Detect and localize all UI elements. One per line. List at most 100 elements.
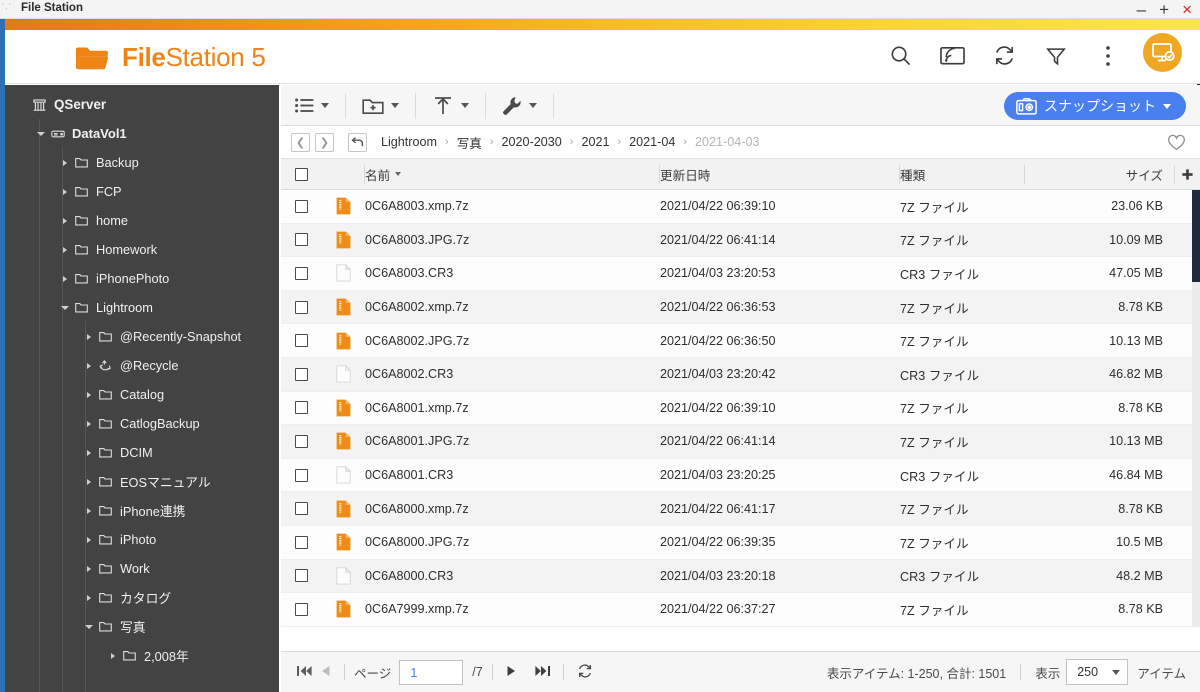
tree-item-eos[interactable]: EOSマニュアル	[5, 467, 279, 496]
row-checkbox[interactable]	[294, 468, 308, 482]
table-row[interactable]: 0C6A8001.xmp.7z 2021/04/22 06:39:10 7Z ファイ…	[281, 391, 1200, 426]
row-checkbox[interactable]	[294, 367, 308, 381]
breadcrumb-item[interactable]: 2021-04-03	[695, 135, 759, 149]
minimize-button[interactable]: –	[1137, 1, 1146, 18]
refresh-icon[interactable]	[573, 663, 597, 682]
twisty-collapsed-icon[interactable]	[83, 447, 95, 459]
last-page-icon[interactable]	[531, 665, 554, 680]
table-row[interactable]: 0C6A8003.xmp.7z 2021/04/22 06:39:10 7Z ファイ…	[281, 190, 1200, 224]
page-input[interactable]: 1	[399, 659, 464, 685]
twisty-collapsed-icon[interactable]	[83, 563, 95, 575]
maximize-button[interactable]: +	[1159, 1, 1169, 18]
row-checkbox[interactable]	[294, 300, 308, 314]
tree-item-home[interactable]: home	[5, 206, 279, 235]
tree-item-iphone[interactable]: iPhone連携	[5, 496, 279, 525]
tree-item-backup[interactable]: Backup	[5, 148, 279, 177]
table-row[interactable]: 0C6A8002.JPG.7z 2021/04/22 06:36:50 7Z ファイ…	[281, 324, 1200, 358]
file-list-scrollbar-track[interactable]	[1192, 190, 1200, 627]
table-row[interactable]: 0C6A8000.JPG.7z 2021/04/22 06:39:35 7Z ファイ…	[281, 525, 1200, 560]
twisty-collapsed-icon[interactable]	[83, 505, 95, 517]
twisty-collapsed-icon[interactable]	[83, 360, 95, 372]
twisty-collapsed-icon[interactable]	[83, 331, 95, 343]
row-checkbox[interactable]	[294, 502, 308, 516]
twisty-collapsed-icon[interactable]	[59, 215, 71, 227]
file-list-scrollbar-thumb[interactable]	[1192, 190, 1200, 282]
twisty-collapsed-icon[interactable]	[83, 389, 95, 401]
twisty-collapsed-icon[interactable]	[83, 418, 95, 430]
twisty-collapsed-icon[interactable]	[59, 244, 71, 256]
refresh-icon[interactable]	[991, 43, 1017, 69]
tools-button[interactable]	[496, 96, 543, 116]
table-row[interactable]: 0C6A8001.JPG.7z 2021/04/22 06:41:14 7Z ファイ…	[281, 425, 1200, 459]
tree-item-datavol1[interactable]: DataVol1	[5, 119, 279, 148]
nav-forward-button[interactable]: ❯	[315, 132, 334, 152]
filter-icon[interactable]	[1043, 43, 1069, 69]
nav-back-button[interactable]: ❮	[291, 132, 310, 152]
tree-item-homework[interactable]: Homework	[5, 235, 279, 264]
table-row[interactable]: 0C6A8001.CR3 2021/04/03 23:20:25 CR3 ファイル 4…	[281, 458, 1200, 493]
row-checkbox[interactable]	[294, 266, 308, 280]
table-row[interactable]: 0C6A8002.CR3 2021/04/03 23:20:42 CR3 ファイル 4…	[281, 357, 1200, 392]
search-icon[interactable]	[887, 43, 913, 69]
table-row[interactable]: 0C6A8000.CR3 2021/04/03 23:20:18 CR3 ファイル 4…	[281, 559, 1200, 594]
row-checkbox[interactable]	[294, 569, 308, 583]
tree-item-recycle[interactable]: @Recycle	[5, 351, 279, 380]
tree-item-[interactable]: 写真	[5, 612, 279, 641]
add-column-button[interactable]	[1175, 159, 1200, 190]
th-type[interactable]: 種類	[900, 159, 1025, 190]
twisty-expanded-icon[interactable]	[35, 128, 47, 140]
row-checkbox[interactable]	[294, 233, 308, 247]
chevron-down-icon[interactable]	[529, 103, 537, 108]
twisty-collapsed-icon[interactable]	[83, 534, 95, 546]
table-row[interactable]: 0C6A8002.xmp.7z 2021/04/22 06:36:53 7Z ファイ…	[281, 290, 1200, 325]
breadcrumb-item[interactable]: 2021-04	[629, 135, 675, 149]
chevron-down-icon[interactable]	[391, 103, 399, 108]
page-size-select[interactable]: 250	[1066, 659, 1129, 685]
more-vertical-icon[interactable]	[1095, 43, 1121, 69]
prev-page-icon[interactable]	[316, 665, 335, 680]
first-page-icon[interactable]	[293, 665, 316, 680]
th-name[interactable]: 名前	[365, 159, 660, 190]
breadcrumb-item[interactable]: 2021	[581, 135, 609, 149]
next-page-icon[interactable]	[502, 665, 521, 680]
tree-item-lightroom[interactable]: Lightroom	[5, 293, 279, 322]
table-row[interactable]: 0C6A8000.xmp.7z 2021/04/22 06:41:17 7Z ファイ…	[281, 492, 1200, 526]
twisty-collapsed-icon[interactable]	[83, 476, 95, 488]
file-list[interactable]: 0C6A8003.xmp.7z 2021/04/22 06:39:10 7Z ファイ…	[281, 190, 1200, 627]
nav-up-button[interactable]	[348, 132, 367, 152]
remote-monitor-icon[interactable]	[1143, 33, 1182, 72]
twisty-collapsed-icon[interactable]	[83, 592, 95, 604]
tree-item-catalog[interactable]: Catalog	[5, 380, 279, 409]
twisty-collapsed-icon[interactable]	[59, 157, 71, 169]
chevron-down-icon[interactable]	[321, 103, 329, 108]
tree-item-recently-snapshot[interactable]: @Recently-Snapshot	[5, 322, 279, 351]
chevron-down-icon[interactable]	[461, 103, 469, 108]
th-date[interactable]: 更新日時	[660, 159, 900, 190]
twisty-expanded-icon[interactable]	[59, 302, 71, 314]
tree-item-fcp[interactable]: FCP	[5, 177, 279, 206]
view-mode-button[interactable]	[289, 98, 335, 113]
tree-item-qserver[interactable]: QServer	[5, 90, 279, 119]
chevron-down-icon[interactable]	[1163, 103, 1171, 109]
twisty-expanded-icon[interactable]	[83, 621, 95, 633]
upload-button[interactable]	[426, 95, 475, 116]
folder-tree-sidebar[interactable]: QServer DataVol1 Backup FCP home Homework iPho…	[5, 85, 279, 692]
tree-item-dcim[interactable]: DCIM	[5, 438, 279, 467]
twisty-collapsed-icon[interactable]	[107, 650, 119, 662]
tree-item-iphoto[interactable]: iPhoto	[5, 525, 279, 554]
breadcrumb-item[interactable]: 写真	[457, 133, 482, 152]
tree-item-catlogbackup[interactable]: CatlogBackup	[5, 409, 279, 438]
table-row[interactable]: 0C6A7999.xmp.7z 2021/04/22 06:37:27 7Z ファイ…	[281, 593, 1200, 627]
row-checkbox[interactable]	[294, 434, 308, 448]
th-size[interactable]: サイズ	[1025, 159, 1175, 190]
snapshot-button[interactable]: スナップショット	[1004, 92, 1186, 120]
select-all-checkbox[interactable]	[294, 167, 308, 181]
tree-item-iphonephoto[interactable]: iPhonePhoto	[5, 264, 279, 293]
table-row[interactable]: 0C6A8003.CR3 2021/04/03 23:20:53 CR3 ファイル 4…	[281, 257, 1200, 291]
tree-item-2-008[interactable]: 2,008年	[5, 641, 279, 670]
twisty-collapsed-icon[interactable]	[59, 186, 71, 198]
row-checkbox[interactable]	[294, 334, 308, 348]
heart-icon[interactable]	[1167, 134, 1186, 156]
breadcrumb-item[interactable]: 2020-2030	[502, 135, 562, 149]
twisty-collapsed-icon[interactable]	[59, 273, 71, 285]
